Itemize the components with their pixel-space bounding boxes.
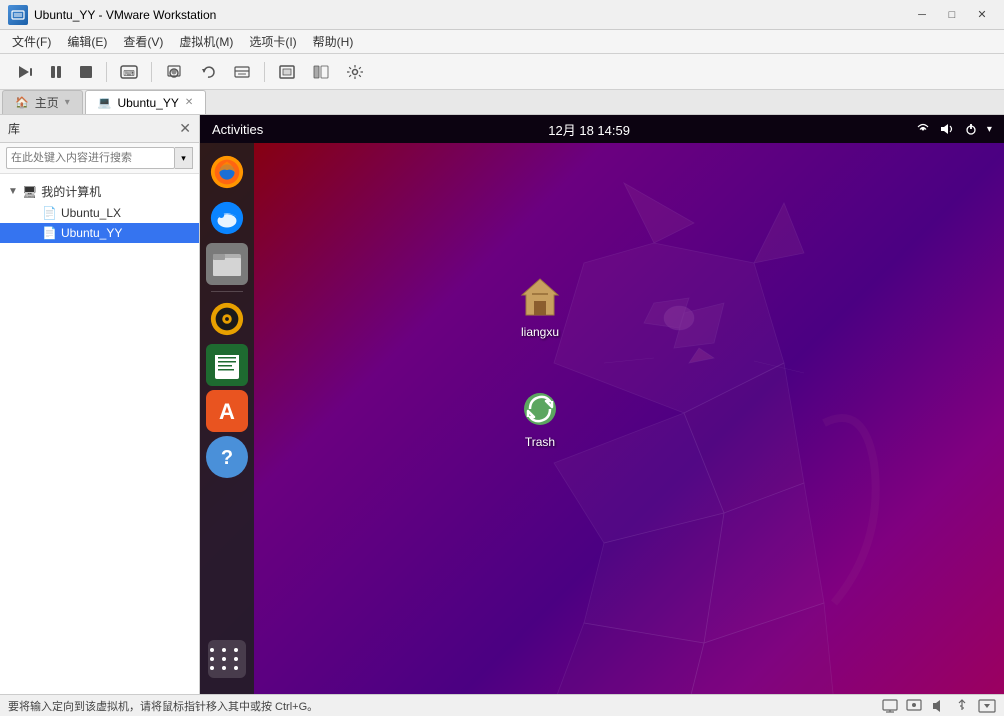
ubuntu-lx-label: Ubuntu_LX (61, 206, 121, 220)
status-vm-icon (882, 699, 898, 713)
my-computers-label: 我的计算机 (41, 183, 101, 200)
sidebar-header: 库 ✕ (0, 115, 199, 143)
menubar: 文件(F) 编辑(E) 查看(V) 虚拟机(M) 选项卡(I) 帮助(H) (0, 30, 1004, 54)
minimize-button[interactable]: ─ (908, 4, 936, 26)
menu-tabs[interactable]: 选项卡(I) (241, 31, 304, 52)
dock-help[interactable]: ? (206, 436, 248, 478)
vm-tree: ▼ 🖥 我的计算机 📄 Ubuntu_LX 📄 Ubuntu_YY (0, 174, 199, 694)
revert-button[interactable] (192, 58, 224, 86)
statusbar: 要将输入定向到该虚拟机，请将鼠标指针移入其中或按 Ctrl+G。 (0, 694, 1004, 716)
power-icon (963, 121, 979, 137)
tree-ubuntu-lx[interactable]: 📄 Ubuntu_LX (0, 203, 199, 223)
tree-my-computers[interactable]: ▼ 🖥 我的计算机 (0, 180, 199, 203)
svg-text:A: A (219, 399, 235, 424)
home-tab-icon: 🏠 (15, 96, 29, 109)
status-expand-icon (978, 699, 996, 713)
tab-home-label: 主页 (35, 94, 59, 111)
ubuntu-lx-icon: 📄 (42, 206, 57, 220)
tab-ubuntu-yy-close[interactable]: ✕ (185, 97, 193, 108)
menu-edit[interactable]: 编辑(E) (59, 31, 115, 52)
view-buttons[interactable] (305, 58, 337, 86)
tab-ubuntu-yy[interactable]: 💻 Ubuntu_YY ✕ (85, 90, 206, 114)
stop-button[interactable] (72, 58, 100, 86)
dock-appcenter[interactable]: A (206, 390, 248, 432)
sidebar-close-button[interactable]: ✕ (179, 120, 191, 137)
ubuntu-clock: 12月 18 14:59 (548, 120, 630, 139)
power-button[interactable] (6, 58, 40, 86)
ubuntu-yy-icon: 📄 (42, 226, 57, 240)
dock-separator-1 (211, 291, 243, 292)
trash-icon-label: Trash (525, 435, 555, 449)
send-ctrl-alt-del-button[interactable]: ⌨ (113, 58, 145, 86)
search-dropdown-button[interactable]: ▾ (175, 147, 193, 169)
close-button[interactable]: ✕ (968, 4, 996, 26)
dock-files[interactable] (206, 243, 248, 285)
status-usb-icon (954, 699, 970, 713)
dock-rhythmbox[interactable] (206, 298, 248, 340)
svg-text:⌨: ⌨ (123, 69, 135, 78)
toolbar-separator-1 (106, 62, 107, 82)
ubuntu-yy-label: Ubuntu_YY (61, 226, 122, 240)
trash-icon-bg (516, 383, 564, 431)
window-controls: ─ □ ✕ (908, 4, 996, 26)
menu-file[interactable]: 文件(F) (4, 31, 59, 52)
app-icon (8, 5, 28, 25)
menu-help[interactable]: 帮助(H) (305, 31, 362, 52)
suspend-button[interactable] (226, 58, 258, 86)
fullscreen-button[interactable] (271, 58, 303, 86)
tab-home[interactable]: 🏠 主页 ▾ (2, 90, 83, 114)
ubuntu-dock: A ? (200, 143, 254, 694)
svg-text:?: ? (221, 447, 233, 469)
toolbar-separator-3 (264, 62, 265, 82)
desktop-icon-trash[interactable]: Trash (505, 383, 575, 449)
dock-thunderbird[interactable] (206, 197, 248, 239)
status-audio-icon (930, 699, 946, 713)
search-input[interactable] (6, 147, 175, 169)
status-icons (882, 699, 996, 713)
activities-label[interactable]: Activities (212, 122, 263, 137)
menu-view[interactable]: 查看(V) (115, 31, 171, 52)
sidebar: 库 ✕ ▾ ▼ 🖥 我的计算机 📄 Ubuntu_LX (0, 115, 200, 694)
expander-my-computers: ▼ (8, 186, 22, 197)
tray-menu-arrow: ▾ (987, 124, 992, 135)
tabbar: 🏠 主页 ▾ 💻 Ubuntu_YY ✕ (0, 90, 1004, 115)
titlebar: Ubuntu_YY - VMware Workstation ─ □ ✕ (0, 0, 1004, 30)
desktop-icon-home[interactable]: liangxu (505, 273, 575, 339)
status-message: 要将输入定向到该虚拟机，请将鼠标指针移入其中或按 Ctrl+G。 (8, 698, 318, 714)
toolbar: ⌨ (0, 54, 1004, 90)
tree-ubuntu-yy[interactable]: 📄 Ubuntu_YY (0, 223, 199, 243)
main-area: 库 ✕ ▾ ▼ 🖥 我的计算机 📄 Ubuntu_LX (0, 115, 1004, 694)
menu-vm[interactable]: 虚拟机(M) (171, 31, 241, 52)
computers-icon: 🖥 (22, 185, 37, 199)
search-bar: ▾ (0, 143, 199, 174)
network-icon (915, 121, 931, 137)
vm-viewport[interactable]: Activities 12月 18 14:59 ▾ (200, 115, 1004, 694)
ubuntu-tray: ▾ (915, 121, 992, 137)
volume-icon (939, 121, 955, 137)
status-network-icon (906, 699, 922, 713)
dock-apps-grid[interactable] (208, 640, 246, 678)
cat-illustration (404, 163, 904, 694)
settings-button[interactable] (339, 58, 371, 86)
ubuntu-tab-icon: 💻 (98, 96, 112, 109)
maximize-button[interactable]: □ (938, 4, 966, 26)
pause-button[interactable] (42, 58, 70, 86)
home-icon-bg (516, 273, 564, 321)
toolbar-separator-2 (151, 62, 152, 82)
tab-home-close[interactable]: ▾ (65, 97, 70, 108)
snapshot-button[interactable] (158, 58, 190, 86)
sidebar-title: 库 (8, 120, 20, 137)
window-title: Ubuntu_YY - VMware Workstation (34, 8, 908, 22)
dock-firefox[interactable] (206, 151, 248, 193)
home-icon-label: liangxu (521, 325, 559, 339)
dock-libreoffice[interactable] (206, 344, 248, 386)
ubuntu-topbar: Activities 12月 18 14:59 ▾ (200, 115, 1004, 143)
ubuntu-desktop[interactable]: A ? (200, 143, 1004, 694)
tab-ubuntu-yy-label: Ubuntu_YY (117, 96, 178, 110)
my-computers-group: ▼ 🖥 我的计算机 📄 Ubuntu_LX 📄 Ubuntu_YY (0, 178, 199, 245)
